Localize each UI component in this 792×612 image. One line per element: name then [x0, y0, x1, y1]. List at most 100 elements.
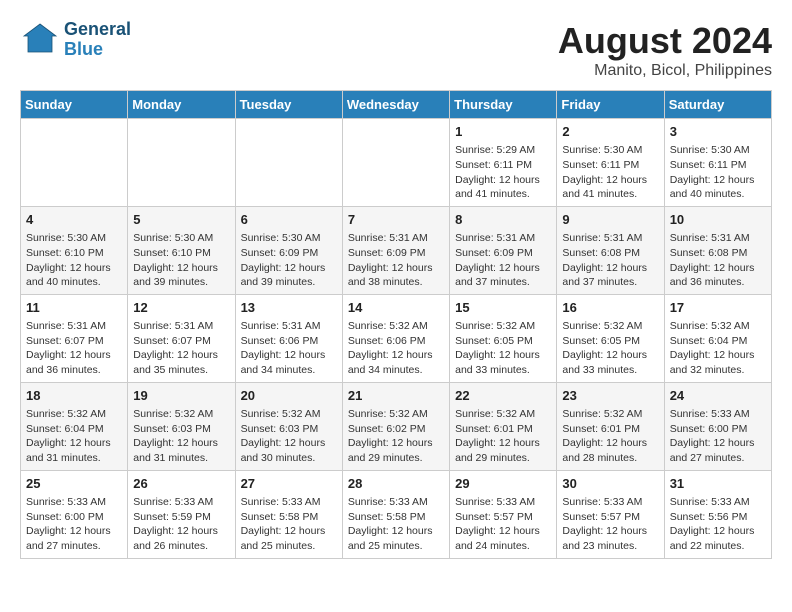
cell-info: Sunrise: 5:32 AM Sunset: 6:04 PM Dayligh…	[670, 319, 766, 378]
calendar-cell	[128, 119, 235, 207]
calendar-cell: 17Sunrise: 5:32 AM Sunset: 6:04 PM Dayli…	[664, 294, 771, 382]
date-number: 6	[241, 211, 337, 229]
cell-info: Sunrise: 5:32 AM Sunset: 6:04 PM Dayligh…	[26, 407, 122, 466]
col-header-thursday: Thursday	[450, 91, 557, 119]
calendar-cell: 13Sunrise: 5:31 AM Sunset: 6:06 PM Dayli…	[235, 294, 342, 382]
logo: General Blue	[20, 20, 131, 60]
cell-info: Sunrise: 5:30 AM Sunset: 6:11 PM Dayligh…	[562, 143, 658, 202]
cell-info: Sunrise: 5:30 AM Sunset: 6:09 PM Dayligh…	[241, 231, 337, 290]
col-header-friday: Friday	[557, 91, 664, 119]
calendar-cell: 24 Sunrise: 5:33 AM Sunset: 6:00 PM Dayli…	[664, 382, 771, 470]
date-number: 28	[348, 475, 444, 493]
calendar-cell: 8 Sunrise: 5:31 AM Sunset: 6:09 PM Daylig…	[450, 206, 557, 294]
date-number: 25	[26, 475, 122, 493]
calendar-cell: 6 Sunrise: 5:30 AM Sunset: 6:09 PM Daylig…	[235, 206, 342, 294]
calendar-cell: 14 Sunrise: 5:32 AM Sunset: 6:06 PM Dayli…	[342, 294, 449, 382]
date-number: 16	[562, 299, 658, 317]
date-number: 22	[455, 387, 551, 405]
date-number: 31	[670, 475, 766, 493]
calendar-cell: 19 Sunrise: 5:32 AM Sunset: 6:03 PM Dayli…	[128, 382, 235, 470]
date-number: 10	[670, 211, 766, 229]
date-number: 2	[562, 123, 658, 141]
cell-info: Sunrise: 5:32 AM Sunset: 6:03 PM Dayligh…	[241, 407, 337, 466]
date-number: 15	[455, 299, 551, 317]
cell-info: Sunrise: 5:32 AM Sunset: 6:06 PM Dayligh…	[348, 319, 444, 378]
col-header-monday: Monday	[128, 91, 235, 119]
col-header-tuesday: Tuesday	[235, 91, 342, 119]
cell-info: Sunrise: 5:32 AM Sunset: 6:01 PM Dayligh…	[455, 407, 551, 466]
cell-info: Sunrise: 5:32 AM Sunset: 6:05 PM Dayligh…	[562, 319, 658, 378]
calendar-cell: 11 Sunrise: 5:31 AM Sunset: 6:07 PM Dayli…	[21, 294, 128, 382]
cell-info: Sunrise: 5:33 AM Sunset: 5:58 PM Dayligh…	[241, 495, 337, 554]
week-row-5: 25 Sunrise: 5:33 AM Sunset: 6:00 PM Dayli…	[21, 470, 772, 558]
date-number: 13	[241, 299, 337, 317]
cell-info: Sunrise: 5:33 AM Sunset: 6:00 PM Dayligh…	[26, 495, 122, 554]
calendar-cell: 7Sunrise: 5:31 AM Sunset: 6:09 PM Daylig…	[342, 206, 449, 294]
date-number: 26	[133, 475, 229, 493]
calendar-cell: 4 Sunrise: 5:30 AM Sunset: 6:10 PM Daylig…	[21, 206, 128, 294]
date-number: 1	[455, 123, 551, 141]
calendar-cell	[342, 119, 449, 207]
calendar-cell: 28 Sunrise: 5:33 AM Sunset: 5:58 PM Dayli…	[342, 470, 449, 558]
date-number: 21	[348, 387, 444, 405]
calendar-table: SundayMondayTuesdayWednesdayThursdayFrid…	[20, 90, 772, 559]
main-title: August 2024	[558, 20, 772, 62]
calendar-cell: 12 Sunrise: 5:31 AM Sunset: 6:07 PM Dayli…	[128, 294, 235, 382]
cell-info: Sunrise: 5:30 AM Sunset: 6:10 PM Dayligh…	[133, 231, 229, 290]
date-number: 4	[26, 211, 122, 229]
calendar-cell: 25 Sunrise: 5:33 AM Sunset: 6:00 PM Dayli…	[21, 470, 128, 558]
col-header-wednesday: Wednesday	[342, 91, 449, 119]
date-number: 5	[133, 211, 229, 229]
logo-icon	[20, 20, 60, 60]
date-number: 24	[670, 387, 766, 405]
date-number: 12	[133, 299, 229, 317]
cell-info: Sunrise: 5:33 AM Sunset: 5:56 PM Dayligh…	[670, 495, 766, 554]
cell-info: Sunrise: 5:31 AM Sunset: 6:09 PM Dayligh…	[455, 231, 551, 290]
cell-info: Sunrise: 5:32 AM Sunset: 6:03 PM Dayligh…	[133, 407, 229, 466]
calendar-cell: 2 Sunrise: 5:30 AM Sunset: 6:11 PM Daylig…	[557, 119, 664, 207]
logo-general: General	[64, 20, 131, 40]
cell-info: Sunrise: 5:33 AM Sunset: 5:58 PM Dayligh…	[348, 495, 444, 554]
cell-info: Sunrise: 5:33 AM Sunset: 5:59 PM Dayligh…	[133, 495, 229, 554]
week-row-1: 1Sunrise: 5:29 AM Sunset: 6:11 PM Daylig…	[21, 119, 772, 207]
cell-info: Sunrise: 5:31 AM Sunset: 6:07 PM Dayligh…	[133, 319, 229, 378]
cell-info: Sunrise: 5:33 AM Sunset: 6:00 PM Dayligh…	[670, 407, 766, 466]
col-header-saturday: Saturday	[664, 91, 771, 119]
cell-info: Sunrise: 5:32 AM Sunset: 6:02 PM Dayligh…	[348, 407, 444, 466]
week-row-3: 11 Sunrise: 5:31 AM Sunset: 6:07 PM Dayli…	[21, 294, 772, 382]
cell-info: Sunrise: 5:30 AM Sunset: 6:11 PM Dayligh…	[670, 143, 766, 202]
cell-info: Sunrise: 5:32 AM Sunset: 6:05 PM Dayligh…	[455, 319, 551, 378]
calendar-cell: 1Sunrise: 5:29 AM Sunset: 6:11 PM Daylig…	[450, 119, 557, 207]
calendar-cell: 16 Sunrise: 5:32 AM Sunset: 6:05 PM Dayli…	[557, 294, 664, 382]
calendar-cell: 23 Sunrise: 5:32 AM Sunset: 6:01 PM Dayli…	[557, 382, 664, 470]
cell-info: Sunrise: 5:30 AM Sunset: 6:10 PM Dayligh…	[26, 231, 122, 290]
date-number: 14	[348, 299, 444, 317]
cell-info: Sunrise: 5:31 AM Sunset: 6:08 PM Dayligh…	[562, 231, 658, 290]
date-number: 8	[455, 211, 551, 229]
date-number: 18	[26, 387, 122, 405]
date-number: 7	[348, 211, 444, 229]
calendar-cell: 10Sunrise: 5:31 AM Sunset: 6:08 PM Dayli…	[664, 206, 771, 294]
calendar-cell: 9Sunrise: 5:31 AM Sunset: 6:08 PM Daylig…	[557, 206, 664, 294]
date-number: 27	[241, 475, 337, 493]
calendar-cell: 15 Sunrise: 5:32 AM Sunset: 6:05 PM Dayli…	[450, 294, 557, 382]
week-row-2: 4 Sunrise: 5:30 AM Sunset: 6:10 PM Daylig…	[21, 206, 772, 294]
calendar-cell	[21, 119, 128, 207]
calendar-cell: 27 Sunrise: 5:33 AM Sunset: 5:58 PM Dayli…	[235, 470, 342, 558]
date-number: 23	[562, 387, 658, 405]
calendar-cell: 3 Sunrise: 5:30 AM Sunset: 6:11 PM Daylig…	[664, 119, 771, 207]
date-number: 11	[26, 299, 122, 317]
calendar-cell: 5 Sunrise: 5:30 AM Sunset: 6:10 PM Daylig…	[128, 206, 235, 294]
date-number: 19	[133, 387, 229, 405]
calendar-cell: 29Sunrise: 5:33 AM Sunset: 5:57 PM Dayli…	[450, 470, 557, 558]
col-header-sunday: Sunday	[21, 91, 128, 119]
title-block: August 2024 Manito, Bicol, Philippines	[558, 20, 772, 80]
calendar-cell: 18 Sunrise: 5:32 AM Sunset: 6:04 PM Dayli…	[21, 382, 128, 470]
cell-info: Sunrise: 5:32 AM Sunset: 6:01 PM Dayligh…	[562, 407, 658, 466]
logo-text: General Blue	[64, 20, 131, 60]
calendar-cell	[235, 119, 342, 207]
cell-info: Sunrise: 5:31 AM Sunset: 6:07 PM Dayligh…	[26, 319, 122, 378]
date-number: 20	[241, 387, 337, 405]
week-row-4: 18 Sunrise: 5:32 AM Sunset: 6:04 PM Dayli…	[21, 382, 772, 470]
date-number: 3	[670, 123, 766, 141]
